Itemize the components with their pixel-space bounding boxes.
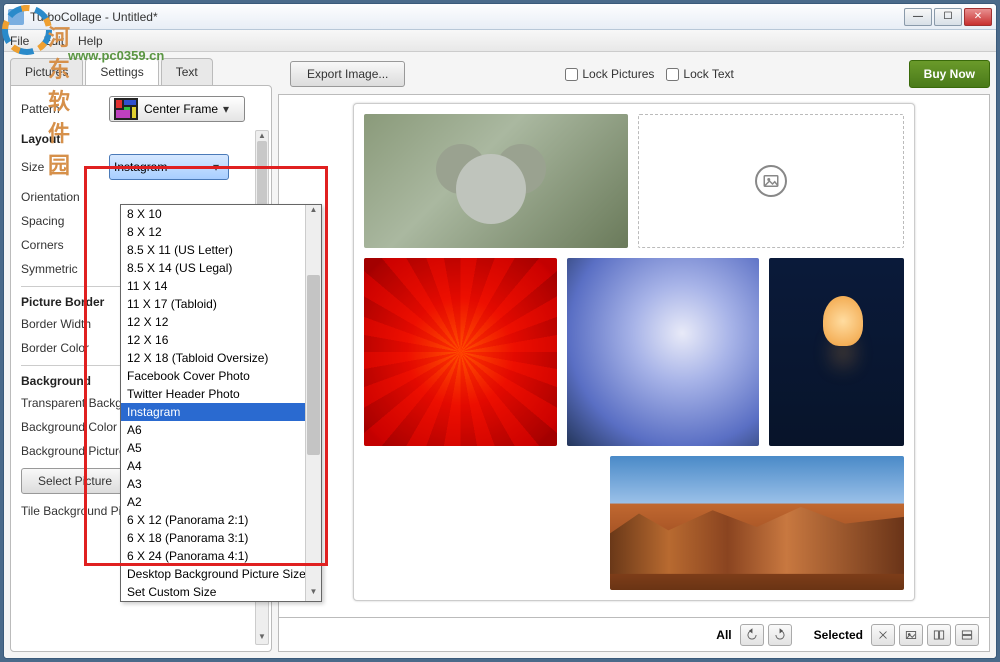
tab-text[interactable]: Text — [161, 58, 213, 85]
collage-cell-blue-flower[interactable] — [567, 258, 760, 446]
size-option[interactable]: 8.5 X 14 (US Legal) — [121, 259, 321, 277]
collage-cell-desert[interactable] — [610, 456, 904, 590]
size-option[interactable]: 12 X 12 — [121, 313, 321, 331]
size-option[interactable]: 6 X 12 (Panorama 2:1) — [121, 511, 321, 529]
size-option[interactable]: 11 X 17 (Tabloid) — [121, 295, 321, 313]
close-button[interactable]: ✕ — [964, 8, 992, 26]
symmetric-label: Symmetric — [21, 262, 109, 276]
left-tabs: Pictures Settings Text — [10, 58, 272, 85]
titlebar: TurboCollage - Untitled* — ☐ ✕ — [4, 4, 996, 30]
size-option[interactable]: A6 — [121, 421, 321, 439]
fit-button[interactable] — [899, 624, 923, 646]
pattern-combo[interactable]: Center Frame ▾ — [109, 96, 245, 122]
pattern-label: Pattern — [21, 102, 109, 116]
tab-pictures[interactable]: Pictures — [10, 58, 83, 85]
collage-cell-red-flower[interactable] — [364, 258, 557, 446]
size-value: Instagram — [114, 160, 208, 174]
size-option[interactable]: 8 X 10 — [121, 205, 321, 223]
collage-cell-jellyfish[interactable] — [769, 258, 904, 446]
selected-label: Selected — [814, 628, 863, 642]
size-option[interactable]: Set Custom Size — [121, 583, 321, 601]
size-option[interactable]: 11 X 14 — [121, 277, 321, 295]
minimize-button[interactable]: — — [904, 8, 932, 26]
size-dropdown-list[interactable]: ▲ ▼ 8 X 108 X 128.5 X 11 (US Letter)8.5 … — [120, 204, 322, 602]
scroll-down-icon[interactable]: ▼ — [306, 587, 321, 601]
delete-button[interactable] — [871, 624, 895, 646]
size-option[interactable]: A4 — [121, 457, 321, 475]
size-label: Size — [21, 160, 109, 174]
spacing-label: Spacing — [21, 214, 109, 228]
tab-settings[interactable]: Settings — [85, 58, 158, 85]
menu-edit[interactable]: Edit — [43, 34, 64, 48]
rotate-left-button[interactable] — [740, 624, 764, 646]
corners-label: Corners — [21, 238, 109, 252]
size-option[interactable]: 12 X 18 (Tabloid Oversize) — [121, 349, 321, 367]
size-option[interactable]: 6 X 24 (Panorama 4:1) — [121, 547, 321, 565]
window-title: TurboCollage - Untitled* — [30, 10, 904, 24]
collage-cell-empty[interactable] — [638, 114, 904, 248]
border-color-label: Border Color — [21, 341, 131, 355]
select-picture-button[interactable]: Select Picture — [21, 468, 129, 494]
size-option[interactable]: 8.5 X 11 (US Letter) — [121, 241, 321, 259]
menu-file[interactable]: File — [10, 34, 29, 48]
size-option[interactable]: 12 X 16 — [121, 331, 321, 349]
size-option[interactable]: A2 — [121, 493, 321, 511]
scroll-up-icon[interactable]: ▲ — [306, 205, 321, 219]
image-placeholder-icon — [755, 165, 787, 197]
lock-pictures-checkbox[interactable] — [565, 68, 578, 81]
export-image-button[interactable]: Export Image... — [290, 61, 405, 87]
border-width-label: Border Width — [21, 317, 131, 331]
lock-text-control[interactable]: Lock Text — [666, 67, 733, 81]
size-option[interactable]: Facebook Cover Photo — [121, 367, 321, 385]
chevron-down-icon: ▾ — [218, 102, 234, 116]
menu-help[interactable]: Help — [78, 34, 103, 48]
collage-cell-blank[interactable] — [364, 456, 600, 590]
size-option[interactable]: A5 — [121, 439, 321, 457]
scroll-thumb[interactable] — [307, 275, 320, 455]
collage-cell-koala[interactable] — [364, 114, 628, 248]
bottom-toolbar: All Selected — [278, 618, 990, 652]
size-option[interactable]: Instagram — [121, 403, 321, 421]
rotate-right-button[interactable] — [768, 624, 792, 646]
layout-section-title: Layout — [21, 132, 261, 146]
pattern-value: Center Frame — [144, 102, 218, 116]
lock-text-checkbox[interactable] — [666, 68, 679, 81]
lock-pictures-control[interactable]: Lock Pictures — [565, 67, 654, 81]
maximize-button[interactable]: ☐ — [934, 8, 962, 26]
split-horizontal-button[interactable] — [955, 624, 979, 646]
size-option[interactable]: A3 — [121, 475, 321, 493]
menubar: File Edit Help — [4, 30, 996, 52]
chevron-down-icon: ▾ — [208, 160, 224, 174]
size-option[interactable]: Twitter Header Photo — [121, 385, 321, 403]
size-option[interactable]: Desktop Background Picture Size — [121, 565, 321, 583]
canvas-area — [278, 94, 990, 618]
orientation-label: Orientation — [21, 190, 109, 204]
size-combo[interactable]: Instagram ▾ — [109, 154, 229, 180]
split-vertical-button[interactable] — [927, 624, 951, 646]
app-icon — [8, 9, 24, 25]
collage-canvas[interactable] — [353, 103, 915, 601]
dropdown-scrollbar[interactable]: ▲ ▼ — [305, 205, 321, 601]
pattern-swatch-icon — [114, 98, 138, 120]
scroll-down-icon[interactable]: ▼ — [256, 632, 268, 644]
size-option[interactable]: 6 X 18 (Panorama 3:1) — [121, 529, 321, 547]
buy-now-button[interactable]: Buy Now — [909, 60, 990, 88]
all-label: All — [716, 628, 731, 642]
size-option[interactable]: 8 X 12 — [121, 223, 321, 241]
